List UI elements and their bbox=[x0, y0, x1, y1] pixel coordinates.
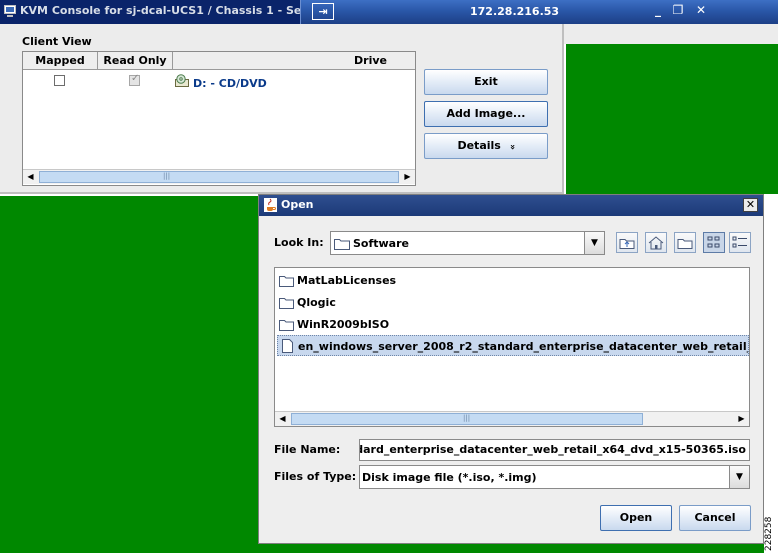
file-list-scrollbar[interactable]: ◀ ||| ▶ bbox=[275, 411, 749, 426]
details-view-button[interactable] bbox=[729, 232, 751, 253]
column-header-drive[interactable]: Drive bbox=[173, 52, 415, 70]
console-display-lower bbox=[0, 196, 258, 553]
list-view-icon bbox=[707, 236, 720, 248]
list-view-button[interactable] bbox=[703, 232, 725, 253]
close-button[interactable]: ✕ bbox=[693, 3, 709, 17]
file-name-input[interactable]: 2_standard_enterprise_datacenter_web_ret… bbox=[359, 439, 750, 461]
file-list: MatLabLicenses Qlogic WinR2009bISO en_wi… bbox=[274, 267, 750, 427]
console-display-area bbox=[566, 44, 778, 194]
files-of-type-label: Files of Type: bbox=[274, 470, 357, 483]
file-icon bbox=[282, 339, 293, 353]
expand-arrow-icon: » bbox=[506, 144, 517, 150]
window-titlebar: KVM Console for sj-dcal-UCS1 / Chassis 1… bbox=[0, 0, 778, 24]
folder-name: WinR2009bISO bbox=[297, 318, 390, 331]
new-folder-button[interactable] bbox=[674, 232, 696, 253]
new-folder-icon bbox=[677, 239, 693, 249]
scroll-grip-icon: ||| bbox=[163, 172, 171, 180]
list-item-folder[interactable]: MatLabLicenses bbox=[277, 270, 749, 291]
dialog-close-button[interactable]: ✕ bbox=[743, 198, 758, 212]
details-button-label: Details bbox=[457, 139, 501, 152]
list-item-folder[interactable]: Qlogic bbox=[277, 292, 749, 313]
pin-icon[interactable]: ⇥ bbox=[312, 3, 334, 20]
scroll-left-arrow-icon[interactable]: ◀ bbox=[23, 170, 38, 184]
virtual-media-panel: Client View Mapped Read Only Drive D: - … bbox=[0, 24, 564, 194]
cancel-button[interactable]: Cancel bbox=[679, 505, 751, 531]
java-icon bbox=[264, 198, 277, 212]
folder-icon bbox=[279, 320, 294, 331]
figure-id-label: 228258 bbox=[764, 516, 774, 551]
scroll-right-arrow-icon[interactable]: ▶ bbox=[400, 170, 415, 184]
cd-dvd-icon bbox=[175, 74, 189, 87]
exit-button[interactable]: Exit bbox=[424, 69, 548, 95]
dialog-title: Open bbox=[281, 198, 314, 211]
mapped-checkbox[interactable] bbox=[54, 75, 65, 86]
column-header-mapped[interactable]: Mapped bbox=[23, 52, 98, 70]
details-button[interactable]: Details » bbox=[424, 133, 548, 159]
dropdown-arrow-icon[interactable]: ▼ bbox=[584, 232, 604, 254]
folder-name: Qlogic bbox=[297, 296, 336, 309]
host-ip-address: 172.28.216.53 bbox=[470, 5, 560, 18]
read-only-checkbox bbox=[129, 73, 140, 86]
file-name-label: File Name: bbox=[274, 443, 341, 456]
details-view-icon bbox=[732, 236, 747, 248]
client-view-label: Client View bbox=[22, 35, 92, 48]
list-item-file-selected[interactable]: en_windows_server_2008_r2_standard_enter… bbox=[277, 335, 749, 356]
file-name: en_windows_server_2008_r2_standard_enter… bbox=[298, 340, 749, 353]
folder-name: MatLabLicenses bbox=[297, 274, 397, 287]
scroll-right-arrow-icon[interactable]: ▶ bbox=[734, 412, 749, 426]
open-button[interactable]: Open bbox=[600, 505, 672, 531]
open-file-dialog: Open ✕ Look In: Software ▼ MatLabLicense… bbox=[258, 194, 764, 544]
list-item-folder[interactable]: WinR2009bISO bbox=[277, 314, 749, 335]
home-button[interactable] bbox=[645, 232, 667, 253]
look-in-value: Software bbox=[353, 237, 409, 250]
look-in-dropdown[interactable]: Software ▼ bbox=[330, 231, 605, 255]
dialog-titlebar: Open ✕ bbox=[259, 195, 763, 216]
column-header-read-only[interactable]: Read Only bbox=[98, 52, 173, 70]
add-image-button[interactable]: Add Image... bbox=[424, 101, 548, 127]
scroll-left-arrow-icon[interactable]: ◀ bbox=[275, 412, 290, 426]
files-of-type-value: Disk image file (*.iso, *.img) bbox=[362, 471, 537, 484]
dropdown-arrow-icon[interactable]: ▼ bbox=[729, 466, 749, 488]
kvm-app-icon bbox=[4, 5, 16, 17]
restore-button[interactable]: ❐ bbox=[670, 3, 686, 17]
window-title: KVM Console for sj-dcal-UCS1 / Chassis 1… bbox=[20, 4, 322, 17]
file-name-value: 2_standard_enterprise_datacenter_web_ret… bbox=[360, 443, 746, 456]
files-of-type-dropdown[interactable]: Disk image file (*.iso, *.img) ▼ bbox=[359, 465, 750, 489]
table-header: Mapped Read Only Drive bbox=[23, 52, 415, 70]
figure-margin bbox=[764, 196, 778, 553]
drive-name: D: - CD/DVD bbox=[193, 77, 267, 90]
scroll-grip-icon: ||| bbox=[463, 414, 471, 422]
minimize-button[interactable]: _ bbox=[650, 3, 666, 17]
look-in-label: Look In: bbox=[274, 236, 324, 249]
console-display-bottom bbox=[258, 544, 764, 553]
up-folder-icon bbox=[619, 239, 635, 249]
folder-icon bbox=[279, 298, 294, 309]
folder-icon bbox=[279, 276, 294, 287]
client-view-table: Mapped Read Only Drive D: - CD/DVD ◀ |||… bbox=[22, 51, 416, 186]
folder-icon bbox=[334, 239, 350, 250]
horizontal-scrollbar[interactable]: ◀ ||| ▶ bbox=[23, 169, 415, 184]
home-icon bbox=[648, 236, 664, 250]
console-strip bbox=[564, 24, 778, 44]
up-folder-button[interactable] bbox=[616, 232, 638, 253]
scroll-thumb[interactable] bbox=[39, 171, 399, 183]
